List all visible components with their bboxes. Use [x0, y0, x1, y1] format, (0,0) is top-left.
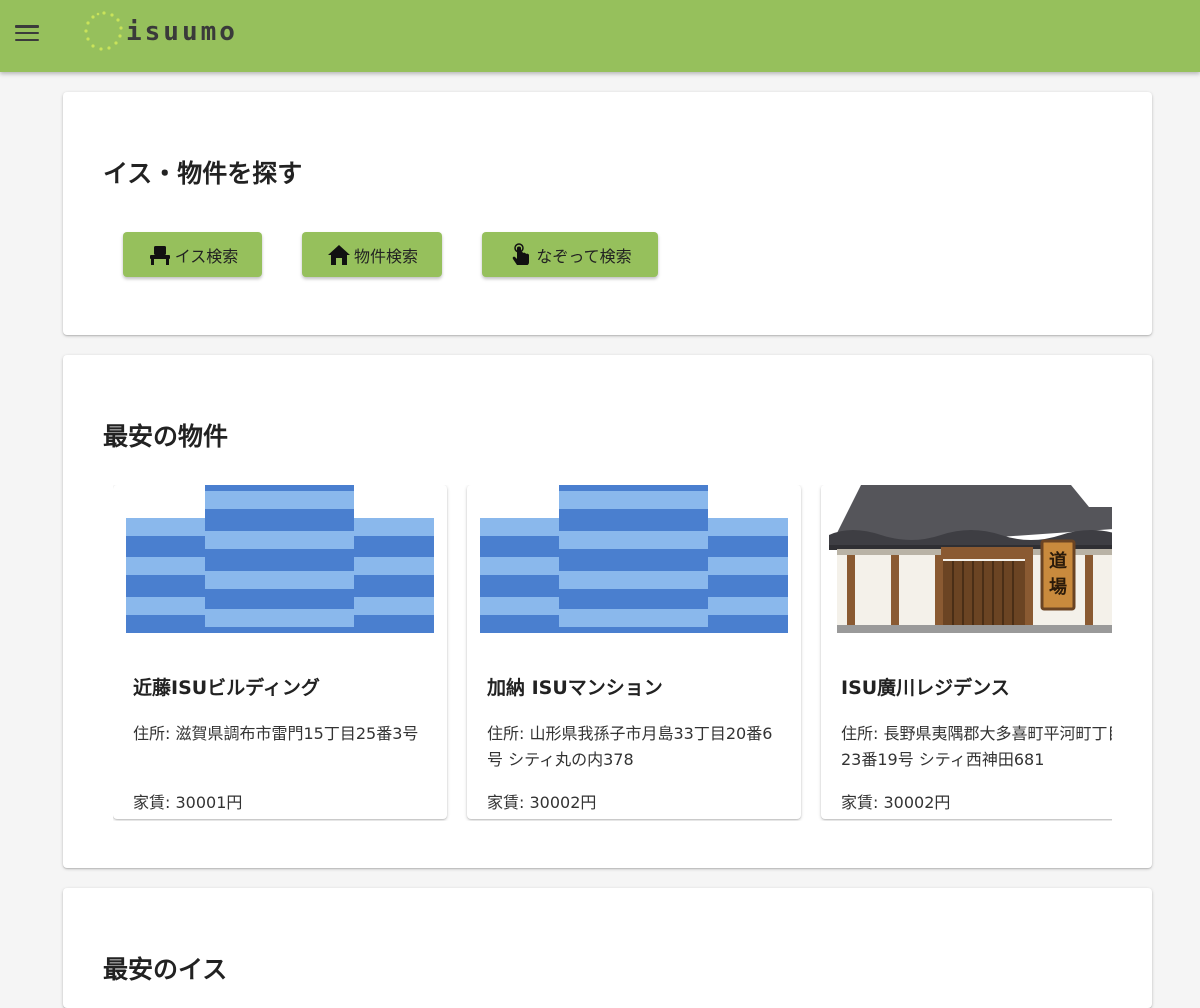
cheapest-chairs-title: 最安のイス — [103, 955, 228, 984]
property-address: 住所: 滋賀県調布市雷門15丁目25番3号 — [133, 724, 419, 743]
property-rent: 家賃: 30002円 — [487, 793, 597, 812]
property-rent: 家賃: 30001円 — [133, 793, 243, 812]
chair-icon — [149, 245, 170, 265]
logo-mark-icon — [82, 9, 126, 53]
trace-search-label: なぞって検索 — [536, 246, 632, 266]
property-card[interactable]: 道 場 ISU廣川レジデンス 住所: 長野県夷隅郡大多喜町平河町丁目23番19号… — [821, 485, 1112, 819]
dojo-building-image: 道 場 — [821, 485, 1112, 633]
office-building-image — [113, 485, 447, 633]
office-building-image — [467, 485, 801, 633]
search-section-title: イス・物件を探す — [103, 159, 303, 188]
search-card: イス・物件を探す イス検索 物件検索 なぞって検索 — [63, 92, 1152, 335]
property-address: 住所: 長野県夷隅郡大多喜町平河町丁目23番19号 シティ西神田681 — [841, 724, 1112, 769]
touch-icon — [513, 242, 530, 265]
property-name: 近藤ISUビルディング — [133, 677, 320, 699]
svg-text:道: 道 — [1049, 550, 1067, 572]
logo-text: isuumo — [126, 17, 238, 47]
cheapest-section-title: 最安の物件 — [103, 422, 229, 451]
chair-search-label: イス検索 — [174, 246, 239, 266]
property-card[interactable]: 加納 ISUマンション 住所: 山形県我孫子市月島33丁目20番6号 シティ丸の… — [467, 485, 801, 819]
property-address: 住所: 山形県我孫子市月島33丁目20番6号 シティ丸の内378 — [487, 724, 773, 769]
home-icon — [327, 244, 350, 265]
logo[interactable]: isuumo — [82, 8, 235, 54]
app-bar: isuumo — [0, 0, 1200, 72]
property-search-label: 物件検索 — [353, 246, 418, 266]
property-name: 加納 ISUマンション — [487, 677, 663, 699]
cheapest-properties-card: 最安の物件 近藤ISUビルディング 住所: 滋賀県調布市雷門15丁目25番3号 … — [63, 355, 1152, 868]
property-carousel[interactable]: 近藤ISUビルディング 住所: 滋賀県調布市雷門15丁目25番3号 家賃: 30… — [113, 485, 1112, 821]
property-rent: 家賃: 30002円 — [841, 793, 951, 812]
svg-text:場: 場 — [1049, 577, 1067, 598]
property-card[interactable]: 近藤ISUビルディング 住所: 滋賀県調布市雷門15丁目25番3号 家賃: 30… — [113, 485, 447, 819]
property-search-button[interactable]: 物件検索 — [302, 232, 442, 277]
trace-search-button[interactable]: なぞって検索 — [482, 232, 658, 277]
menu-icon[interactable] — [14, 22, 40, 44]
cheapest-chairs-card: 最安のイス — [63, 888, 1152, 1008]
chair-search-button[interactable]: イス検索 — [123, 232, 262, 277]
property-name: ISU廣川レジデンス — [841, 677, 1010, 699]
